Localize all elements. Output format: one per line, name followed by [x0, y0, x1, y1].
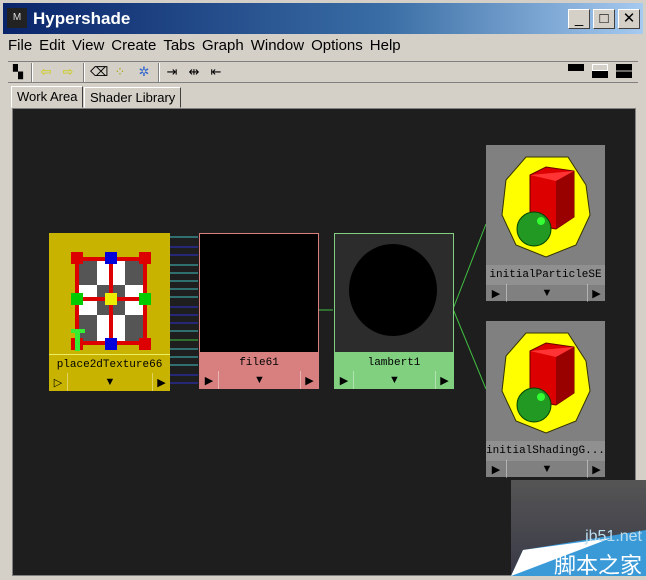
shading-group-icon [501, 332, 591, 434]
checker-icon[interactable]: ▚ [10, 64, 26, 80]
sphere-preview-icon [349, 244, 437, 336]
output-port-icon[interactable]: ▶ [587, 460, 605, 478]
node-controls: ▶ ▼ ▶ [335, 371, 453, 389]
shading-group-icon [501, 156, 591, 258]
expand-chevron-icon[interactable]: ▼ [353, 371, 435, 389]
file-swatch [200, 234, 318, 352]
output-port-icon[interactable]: ▶ [152, 373, 170, 391]
watermark: jb51.net 脚本之家 [511, 480, 646, 579]
expand-chevron-icon[interactable]: ▼ [67, 373, 152, 391]
node-label: initialShadingG... [486, 441, 605, 461]
input-port-icon[interactable]: ▷ [49, 373, 67, 391]
menu-bar: File Edit View Create Tabs Graph Window … [8, 37, 401, 57]
node-place2dtexture[interactable]: place2dTexture66 ▷ ▼ ▶ [49, 233, 170, 391]
close-button[interactable]: ✕ [618, 9, 640, 29]
back-arrow-icon[interactable]: ⇦ [38, 64, 54, 80]
node-controls: ▶ ▼ ▶ [486, 284, 605, 302]
title-bar: M Hypershade _ □ ✕ [0, 0, 646, 34]
menu-view[interactable]: View [72, 37, 104, 57]
watermark-site: jb51.net [585, 528, 642, 545]
node-initial-shading-group[interactable]: initialShadingG... ▶ ▼ ▶ [486, 321, 605, 478]
menu-window[interactable]: Window [251, 37, 304, 57]
divider [83, 63, 85, 82]
menu-file[interactable]: File [8, 37, 32, 57]
node-label: lambert1 [367, 357, 421, 369]
graph-network-icon[interactable]: ✲ [136, 64, 152, 80]
minimize-button[interactable]: _ [568, 9, 590, 29]
expand-chevron-icon[interactable]: ▼ [506, 284, 587, 302]
tab-work-area[interactable]: Work Area [11, 86, 84, 108]
node-label: initialParticleSE [486, 265, 605, 285]
split-panel-layout-icon[interactable] [616, 64, 632, 78]
input-port-icon[interactable]: ▶ [200, 371, 218, 389]
node-label: file61 [239, 357, 279, 369]
toolbar: ▚ ⇦ ⇨ ⌫ ⁘ ✲ ⇥ ⇹ ⇤ [8, 61, 638, 83]
node-lambert[interactable]: lambert1 ▶ ▼ ▶ [334, 233, 454, 389]
menu-edit[interactable]: Edit [39, 37, 65, 57]
expand-chevron-icon[interactable]: ▼ [218, 371, 300, 389]
menu-help[interactable]: Help [370, 37, 401, 57]
input-port-icon[interactable]: ▶ [486, 284, 506, 302]
bottom-panel-layout-icon[interactable] [592, 64, 608, 78]
output-connections-icon[interactable]: ⇤ [208, 64, 224, 80]
expand-chevron-icon[interactable]: ▼ [506, 460, 587, 478]
node-controls: ▶ ▼ ▶ [486, 460, 605, 478]
input-port-icon[interactable]: ▶ [335, 371, 353, 389]
node-controls: ▷ ▼ ▶ [49, 373, 170, 391]
output-port-icon[interactable]: ▶ [435, 371, 453, 389]
input-connections-icon[interactable]: ⇥ [164, 64, 180, 80]
tab-shader-library[interactable]: Shader Library [84, 87, 182, 108]
top-panel-layout-icon[interactable] [568, 64, 584, 78]
node-initial-particle-se[interactable]: initialParticleSE ▶ ▼ ▶ [486, 145, 605, 302]
watermark-name: 脚本之家 [553, 554, 642, 579]
maximize-button[interactable]: □ [593, 9, 615, 29]
node-file[interactable]: file61 ▶ ▼ ▶ [199, 233, 319, 389]
menu-options[interactable]: Options [311, 37, 363, 57]
grid-layout-icon[interactable]: ⁘ [112, 64, 128, 80]
menu-create[interactable]: Create [111, 37, 156, 57]
eraser-icon[interactable]: ⌫ [90, 64, 108, 80]
window-title: Hypershade [33, 9, 131, 28]
output-port-icon[interactable]: ▶ [300, 371, 318, 389]
maya-logo-icon: M [7, 8, 27, 28]
forward-arrow-icon[interactable]: ⇨ [60, 64, 76, 80]
node-label: place2dTexture66 [49, 354, 170, 374]
divider [31, 63, 33, 82]
input-output-connections-icon[interactable]: ⇹ [186, 64, 202, 80]
divider [158, 63, 160, 82]
node-controls: ▶ ▼ ▶ [200, 371, 318, 389]
input-port-icon[interactable]: ▶ [486, 460, 506, 478]
place2d-texture-swatch-icon [71, 252, 151, 351]
output-port-icon[interactable]: ▶ [587, 284, 605, 302]
menu-tabs[interactable]: Tabs [163, 37, 195, 57]
lambert-swatch [335, 234, 453, 352]
menu-graph[interactable]: Graph [202, 37, 244, 57]
